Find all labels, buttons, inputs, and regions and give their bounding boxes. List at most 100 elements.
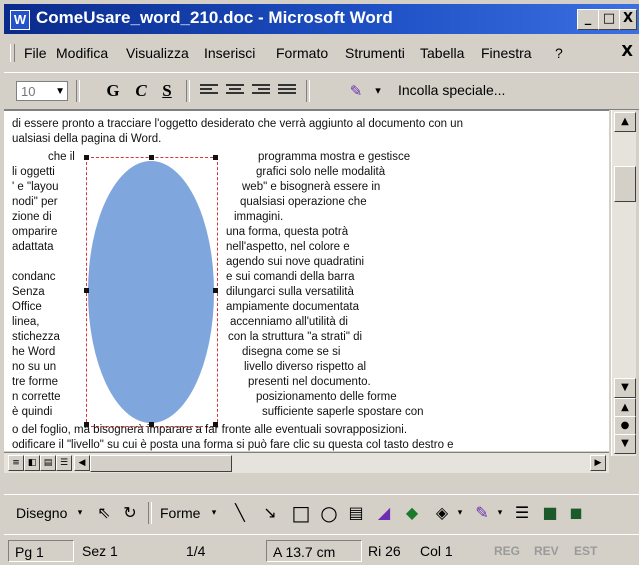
italic-button[interactable]: C xyxy=(130,81,152,101)
menu-inserisci[interactable]: Inserisci xyxy=(204,45,255,61)
text-line: adattata xyxy=(12,241,54,253)
select-arrow-icon[interactable]: ⇖ xyxy=(94,503,114,523)
resize-handle[interactable] xyxy=(213,288,218,293)
font-size-select[interactable]: 10 ▼ xyxy=(16,81,68,101)
document-close-icon[interactable]: X xyxy=(621,42,633,60)
scroll-up-icon[interactable]: ▲ xyxy=(614,112,636,132)
clipart-icon[interactable]: ◆ xyxy=(402,503,422,523)
resize-handle[interactable] xyxy=(149,155,154,160)
oval-icon[interactable]: ○ xyxy=(318,503,340,523)
menu-finestra[interactable]: Finestra xyxy=(481,45,532,61)
scroll-left-icon[interactable]: ◀ xyxy=(74,455,90,471)
text-line: li oggetti xyxy=(12,166,55,178)
justify-icon[interactable] xyxy=(278,84,296,98)
menu-modifica[interactable]: Modifica xyxy=(56,45,108,61)
status-bar: Pg 1 Sez 1 1/4 A 13.7 cm Ri 26 Col 1 REG… xyxy=(4,534,639,565)
chevron-down-icon[interactable]: ▾ xyxy=(454,503,466,523)
text-line: dilungarci sulla versatilità xyxy=(226,286,354,298)
browse-object-icon[interactable]: ● xyxy=(614,416,636,436)
toolbar-separator xyxy=(76,80,80,102)
line-style-icon[interactable]: ☰ xyxy=(512,503,532,523)
chevron-down-icon[interactable]: ▾ xyxy=(494,503,506,523)
chevron-down-icon[interactable]: ▾ xyxy=(208,503,220,523)
line-icon[interactable]: ╲ xyxy=(230,503,250,523)
menu-file[interactable]: File xyxy=(24,45,47,61)
resize-handle[interactable] xyxy=(84,288,89,293)
menu-help[interactable]: ? xyxy=(555,45,563,61)
next-page-icon[interactable]: ▼ xyxy=(614,434,636,454)
text-line: Senza xyxy=(12,286,45,298)
vertical-scrollbar[interactable]: ▲ ▼ ▲ ● ▼ xyxy=(611,110,636,456)
document-page[interactable]: di essere pronto a tracciare l'oggetto d… xyxy=(4,110,609,451)
text-line: ualsiasi della pagina di Word. xyxy=(12,133,162,145)
word-app-icon[interactable]: W xyxy=(10,10,30,30)
text-line: no su un xyxy=(12,361,57,373)
resize-handle[interactable] xyxy=(84,155,89,160)
text-line: linea, xyxy=(12,316,40,328)
bold-button[interactable]: G xyxy=(102,81,124,101)
arrow-icon[interactable]: ↘ xyxy=(260,503,280,523)
scroll-thumb[interactable] xyxy=(614,166,636,202)
chevron-down-icon[interactable]: ▾ xyxy=(74,503,86,523)
underline-button[interactable]: S xyxy=(156,81,178,101)
maximize-button[interactable]: □ xyxy=(598,9,620,30)
oval-shape[interactable] xyxy=(88,161,214,423)
align-left-icon[interactable] xyxy=(200,84,218,98)
previous-page-icon[interactable]: ▲ xyxy=(614,398,636,418)
line-color-icon[interactable]: ✎ xyxy=(472,503,492,523)
text-line: nodi" per xyxy=(12,196,58,208)
menu-visualizza[interactable]: Visualizza xyxy=(126,45,189,61)
close-button[interactable]: X xyxy=(619,9,637,30)
text-line: grafici solo nelle modalità xyxy=(256,166,386,178)
resize-handle[interactable] xyxy=(213,155,218,160)
autoshapes-menu-button[interactable]: Forme xyxy=(160,505,200,521)
shadow-icon[interactable]: ■ xyxy=(540,503,560,523)
wordart-icon[interactable]: ◢ xyxy=(374,503,394,523)
text-line: agendo sui nove quadratini xyxy=(226,256,365,268)
minimize-button[interactable]: _ xyxy=(577,9,599,30)
paste-special-button[interactable]: Incolla speciale... xyxy=(398,82,505,98)
menu-grip[interactable] xyxy=(10,44,15,62)
text-line: accenniamo all'utilità di xyxy=(230,316,348,328)
normal-view-icon[interactable]: ≡ xyxy=(8,455,24,471)
text-line: una forma, questa potrà xyxy=(226,226,349,238)
text-line: che il xyxy=(48,151,75,163)
status-record-macro[interactable]: REG xyxy=(494,544,520,558)
text-line: posizionamento delle forme xyxy=(256,391,397,403)
status-page-count: 1/4 xyxy=(186,543,206,559)
text-line: ' e "layou xyxy=(12,181,59,193)
free-rotate-icon[interactable]: ↻ xyxy=(120,503,140,523)
print-layout-icon[interactable]: ▤ xyxy=(40,455,56,471)
align-right-icon[interactable] xyxy=(252,84,270,98)
status-column: Col 1 xyxy=(420,543,453,559)
text-line: presenti nel documento. xyxy=(248,376,371,388)
status-section: Sez 1 xyxy=(82,543,118,559)
title-bar[interactable]: W ComeUsare_word_210.doc - Microsoft Wor… xyxy=(4,4,639,34)
scroll-right-icon[interactable]: ▶ xyxy=(590,455,606,471)
status-position: A 13.7 cm xyxy=(266,540,362,562)
draw-menu-button[interactable]: Disegno xyxy=(16,505,67,521)
menu-strumenti[interactable]: Strumenti xyxy=(345,45,405,61)
scroll-thumb[interactable] xyxy=(90,455,232,472)
textbox-icon[interactable]: ▤ xyxy=(346,503,366,523)
menu-formato[interactable]: Formato xyxy=(276,45,328,61)
scroll-down-icon[interactable]: ▼ xyxy=(614,378,636,398)
outline-view-icon[interactable]: ☰ xyxy=(56,455,72,471)
horizontal-scrollbar[interactable]: ≡ ◧ ▤ ☰ ◀ ▶ xyxy=(4,452,609,473)
fill-color-icon[interactable]: ◈ xyxy=(432,503,452,523)
menu-tabella[interactable]: Tabella xyxy=(420,45,464,61)
toolbar-separator xyxy=(148,502,152,524)
chevron-down-icon[interactable]: ▼ xyxy=(55,82,65,102)
3d-icon[interactable]: ◼ xyxy=(566,503,586,523)
status-track-changes[interactable]: REV xyxy=(534,544,559,558)
text-line: Office xyxy=(12,301,42,313)
status-extend-selection[interactable]: EST xyxy=(574,544,597,558)
highlight-icon[interactable]: ✎ xyxy=(346,81,366,101)
rectangle-icon[interactable]: □ xyxy=(290,503,312,523)
align-center-icon[interactable] xyxy=(226,84,244,98)
text-line: he Word xyxy=(12,346,56,358)
text-line: immagini. xyxy=(234,211,284,223)
status-page: Pg 1 xyxy=(8,540,74,562)
web-layout-icon[interactable]: ◧ xyxy=(24,455,40,471)
chevron-down-icon[interactable]: ▾ xyxy=(370,81,386,101)
